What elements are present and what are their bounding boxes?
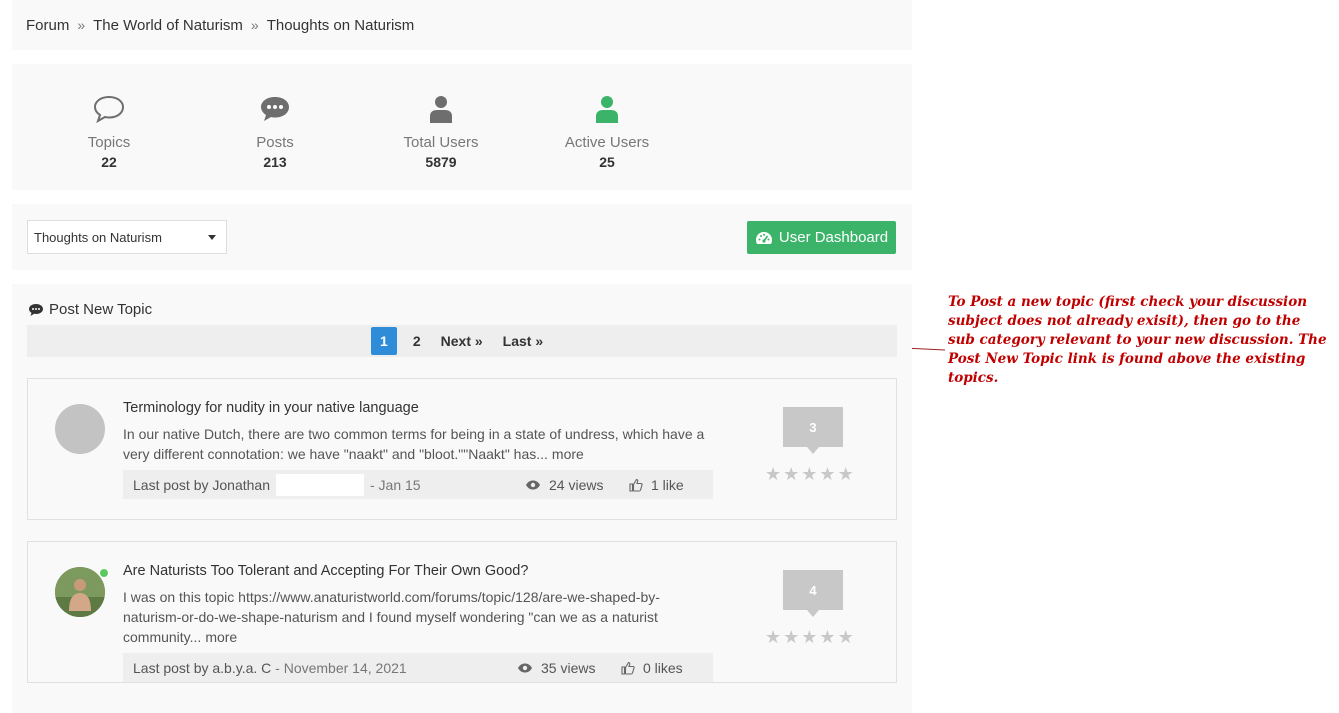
stat-value: 213 [263, 154, 287, 170]
stat-posts: Posts 213 [215, 94, 335, 170]
topic-views: 24 views [525, 477, 603, 493]
topic-excerpt-text: I was on this topic https://www.anaturis… [123, 589, 660, 645]
star-icon[interactable]: ★ [819, 628, 835, 646]
topic-title[interactable]: Are Naturists Too Tolerant and Accepting… [123, 563, 528, 579]
redacted-name [276, 473, 364, 496]
post-new-topic-label: Post New Topic [49, 301, 153, 318]
topic-card: Are Naturists Too Tolerant and Accepting… [27, 541, 897, 683]
page-2-button[interactable]: 2 [403, 333, 431, 349]
views-count: 24 views [549, 476, 604, 493]
star-icon[interactable]: ★ [838, 628, 854, 646]
topic-views: 35 views [517, 660, 595, 676]
reply-count-badge: 3 [783, 407, 843, 454]
reply-count-badge: 4 [783, 570, 843, 617]
avatar[interactable] [55, 567, 105, 617]
star-rating[interactable]: ★ ★ ★ ★ ★ [765, 628, 854, 646]
pagination: 1 2 Next » Last » [27, 325, 897, 357]
likes-count: 1 like [651, 476, 684, 493]
last-post-date: - November 14, 2021 [275, 659, 407, 676]
breadcrumb-forum[interactable]: Forum [26, 17, 69, 34]
topics-panel: Post New Topic 1 2 Next » Last » Termino… [12, 284, 912, 713]
topic-card: Terminology for nudity in your native la… [27, 378, 897, 520]
breadcrumb-separator: » [77, 17, 86, 33]
post-new-topic-link[interactable]: Post New Topic [28, 301, 152, 318]
star-icon[interactable]: ★ [838, 465, 854, 483]
eye-icon [518, 663, 532, 672]
stat-label: Topics [87, 134, 131, 151]
last-post-date: - Jan 15 [370, 476, 421, 493]
last-page-button[interactable]: Last » [493, 333, 553, 349]
stat-active-users: Active Users 25 [547, 94, 667, 170]
topic-meta: Last post by a.b.y.a. C - November 14, 2… [123, 653, 713, 682]
speech-bubble-outline-icon [93, 95, 125, 124]
stat-topics: Topics 22 [49, 94, 169, 170]
help-annotation: To Post a new topic (first check your di… [948, 294, 1327, 386]
comment-dots-icon [29, 303, 43, 316]
breadcrumb-separator: » [250, 17, 259, 33]
last-post-author[interactable]: Last post by Jonathan [133, 477, 270, 493]
stat-value: 25 [599, 154, 615, 170]
stat-label: Posts [256, 134, 294, 151]
star-icon[interactable]: ★ [783, 628, 799, 646]
forum-controls: Thoughts on Naturism User Dashboard [12, 204, 912, 270]
likes-count: 0 likes [643, 659, 683, 676]
dashboard-gauge-icon [755, 231, 772, 244]
speech-bubble-dots-icon [261, 97, 289, 121]
last-post-author[interactable]: Last post by a.b.y.a. C [133, 660, 271, 676]
category-select[interactable]: Thoughts on Naturism [27, 220, 227, 254]
star-icon[interactable]: ★ [783, 465, 799, 483]
breadcrumb-thoughts-on-naturism[interactable]: Thoughts on Naturism [267, 17, 415, 34]
next-page-button[interactable]: Next » [431, 333, 493, 349]
breadcrumb: Forum » The World of Naturism » Thoughts… [12, 0, 912, 50]
eye-icon [526, 480, 540, 489]
avatar-photo [55, 567, 105, 617]
star-icon[interactable]: ★ [765, 465, 781, 483]
topic-meta: Last post by Jonathan - Jan 15 24 views … [123, 470, 713, 499]
topic-excerpt: In our native Dutch, there are two commo… [123, 424, 713, 464]
topic-likes[interactable]: 1 like [629, 477, 684, 493]
stat-value: 5879 [425, 154, 457, 170]
category-select-value: Thoughts on Naturism [34, 229, 162, 245]
user-active-icon [596, 96, 618, 123]
stat-value: 22 [101, 154, 117, 170]
views-count: 35 views [541, 659, 596, 676]
topic-title[interactable]: Terminology for nudity in your native la… [123, 400, 419, 416]
star-icon[interactable]: ★ [765, 628, 781, 646]
user-dashboard-label: User Dashboard [778, 229, 889, 246]
user-dashboard-button[interactable]: User Dashboard [747, 221, 896, 254]
star-rating[interactable]: ★ ★ ★ ★ ★ [765, 465, 854, 483]
thumbs-up-icon [621, 661, 635, 675]
user-icon [430, 96, 452, 123]
page-1-button[interactable]: 1 [370, 327, 397, 355]
stat-total-users: Total Users 5879 [381, 94, 501, 170]
stat-label: Total Users [403, 134, 479, 151]
star-icon[interactable]: ★ [801, 628, 817, 646]
topic-excerpt-text: In our native Dutch, there are two commo… [123, 426, 705, 462]
stat-label: Active Users [564, 134, 650, 151]
avatar[interactable] [55, 404, 105, 454]
topic-excerpt: I was on this topic https://www.anaturis… [123, 587, 713, 647]
online-status-dot [99, 568, 109, 578]
star-icon[interactable]: ★ [819, 465, 835, 483]
caret-down-icon [208, 235, 216, 240]
star-icon[interactable]: ★ [801, 465, 817, 483]
forum-stats: Topics 22 Posts 213 Total Users 5879 Act… [12, 64, 912, 190]
more-link[interactable]: more [552, 446, 584, 462]
breadcrumb-world-of-naturism[interactable]: The World of Naturism [93, 17, 243, 34]
thumbs-up-icon [629, 478, 643, 492]
topic-likes[interactable]: 0 likes [621, 660, 683, 676]
more-link[interactable]: more [205, 629, 237, 645]
